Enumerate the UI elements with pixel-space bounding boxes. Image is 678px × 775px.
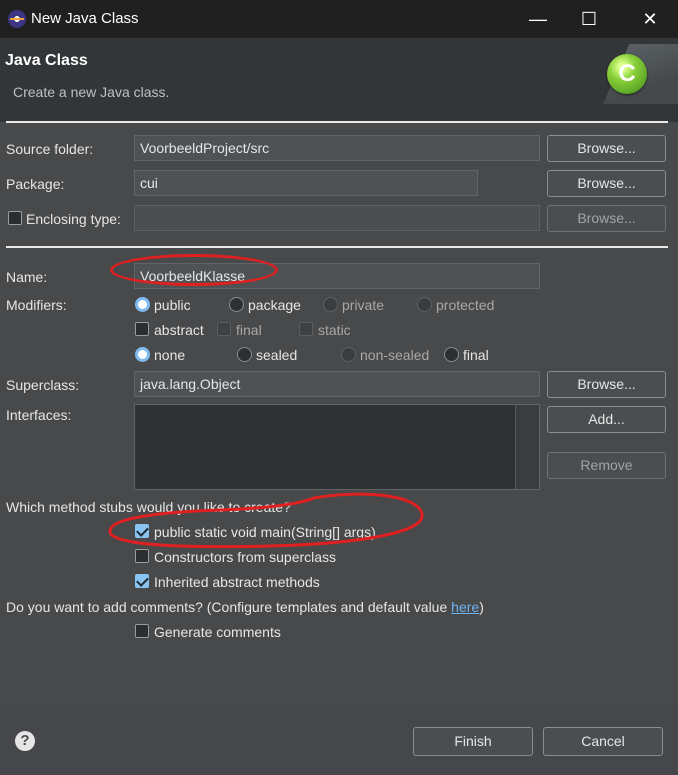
enclosing-type-field[interactable] <box>134 205 540 231</box>
add-interface-button[interactable]: Add... <box>547 406 666 433</box>
title-bar: New Java Class — ☐ ✕ <box>0 0 678 38</box>
private-label: private <box>342 297 385 313</box>
red-annotation-scribble <box>108 492 424 549</box>
abstract-checkbox[interactable] <box>135 322 149 336</box>
modifiers-label: Modifiers: <box>6 297 67 313</box>
generate-comments-label: Generate comments <box>154 624 281 640</box>
package-label: Package: <box>6 176 65 192</box>
superclass-label: Superclass: <box>6 377 80 393</box>
final-checkbox[interactable] <box>217 322 231 336</box>
cancel-button[interactable]: Cancel <box>543 727 663 756</box>
generate-comments-checkbox[interactable] <box>135 624 149 638</box>
final-sealing-label: final <box>463 347 489 363</box>
protected-label: protected <box>436 297 495 313</box>
inherited-methods-label: Inherited abstract methods <box>154 574 320 590</box>
source-folder-browse-button[interactable]: Browse... <box>547 135 666 162</box>
public-label: public <box>154 297 191 313</box>
minimize-button[interactable]: — <box>515 0 561 38</box>
name-label: Name: <box>6 269 48 285</box>
page-description: Create a new Java class. <box>13 84 170 100</box>
finish-button[interactable]: Finish <box>413 727 533 756</box>
close-button[interactable]: ✕ <box>627 0 673 38</box>
window-title: New Java Class <box>31 10 139 27</box>
interfaces-scrollbar[interactable] <box>515 405 539 489</box>
sealed-label: sealed <box>256 347 298 363</box>
remove-interface-button[interactable]: Remove <box>547 452 666 479</box>
package-field[interactable]: cui <box>134 170 478 196</box>
java-class-icon: C <box>607 54 647 94</box>
page-title: Java Class <box>5 52 88 69</box>
superclass-field[interactable]: java.lang.Object <box>134 371 540 397</box>
non-sealed-radio[interactable] <box>341 347 356 362</box>
red-annotation-ellipse <box>110 254 278 286</box>
superclass-browse-button[interactable]: Browse... <box>547 371 666 398</box>
help-icon[interactable]: ? <box>15 731 35 751</box>
configure-templates-link[interactable]: here <box>451 599 479 615</box>
final-label: final <box>236 322 262 338</box>
static-checkbox[interactable] <box>299 322 313 336</box>
eclipse-icon <box>8 10 26 28</box>
comments-question: Do you want to add comments? (Configure … <box>6 599 484 615</box>
interfaces-label: Interfaces: <box>6 407 72 423</box>
wizard-header: Java Class Create a new Java class. C <box>0 38 678 122</box>
enclosing-type-label: Enclosing type: <box>26 211 121 227</box>
none-label: none <box>154 347 186 363</box>
non-sealed-label: non-sealed <box>360 347 430 363</box>
inherited-methods-checkbox[interactable] <box>135 574 149 588</box>
enclosing-type-browse-button[interactable]: Browse... <box>547 205 666 232</box>
interfaces-list[interactable] <box>134 404 540 490</box>
sealed-radio[interactable] <box>237 347 252 362</box>
section-divider <box>6 246 668 248</box>
source-folder-label: Source folder: <box>6 141 94 157</box>
abstract-label: abstract <box>154 322 204 338</box>
static-label: static <box>318 322 351 338</box>
package-modifier-label: package <box>248 297 301 313</box>
maximize-button[interactable]: ☐ <box>566 0 612 38</box>
package-browse-button[interactable]: Browse... <box>547 170 666 197</box>
none-radio[interactable] <box>135 347 150 362</box>
source-folder-field[interactable]: VoorbeeldProject/src <box>134 135 540 161</box>
private-radio[interactable] <box>323 297 338 312</box>
protected-radio[interactable] <box>417 297 432 312</box>
enclosing-type-checkbox[interactable] <box>8 211 22 225</box>
header-divider <box>6 121 668 123</box>
package-radio[interactable] <box>229 297 244 312</box>
public-radio[interactable] <box>135 297 150 312</box>
final-sealing-radio[interactable] <box>444 347 459 362</box>
